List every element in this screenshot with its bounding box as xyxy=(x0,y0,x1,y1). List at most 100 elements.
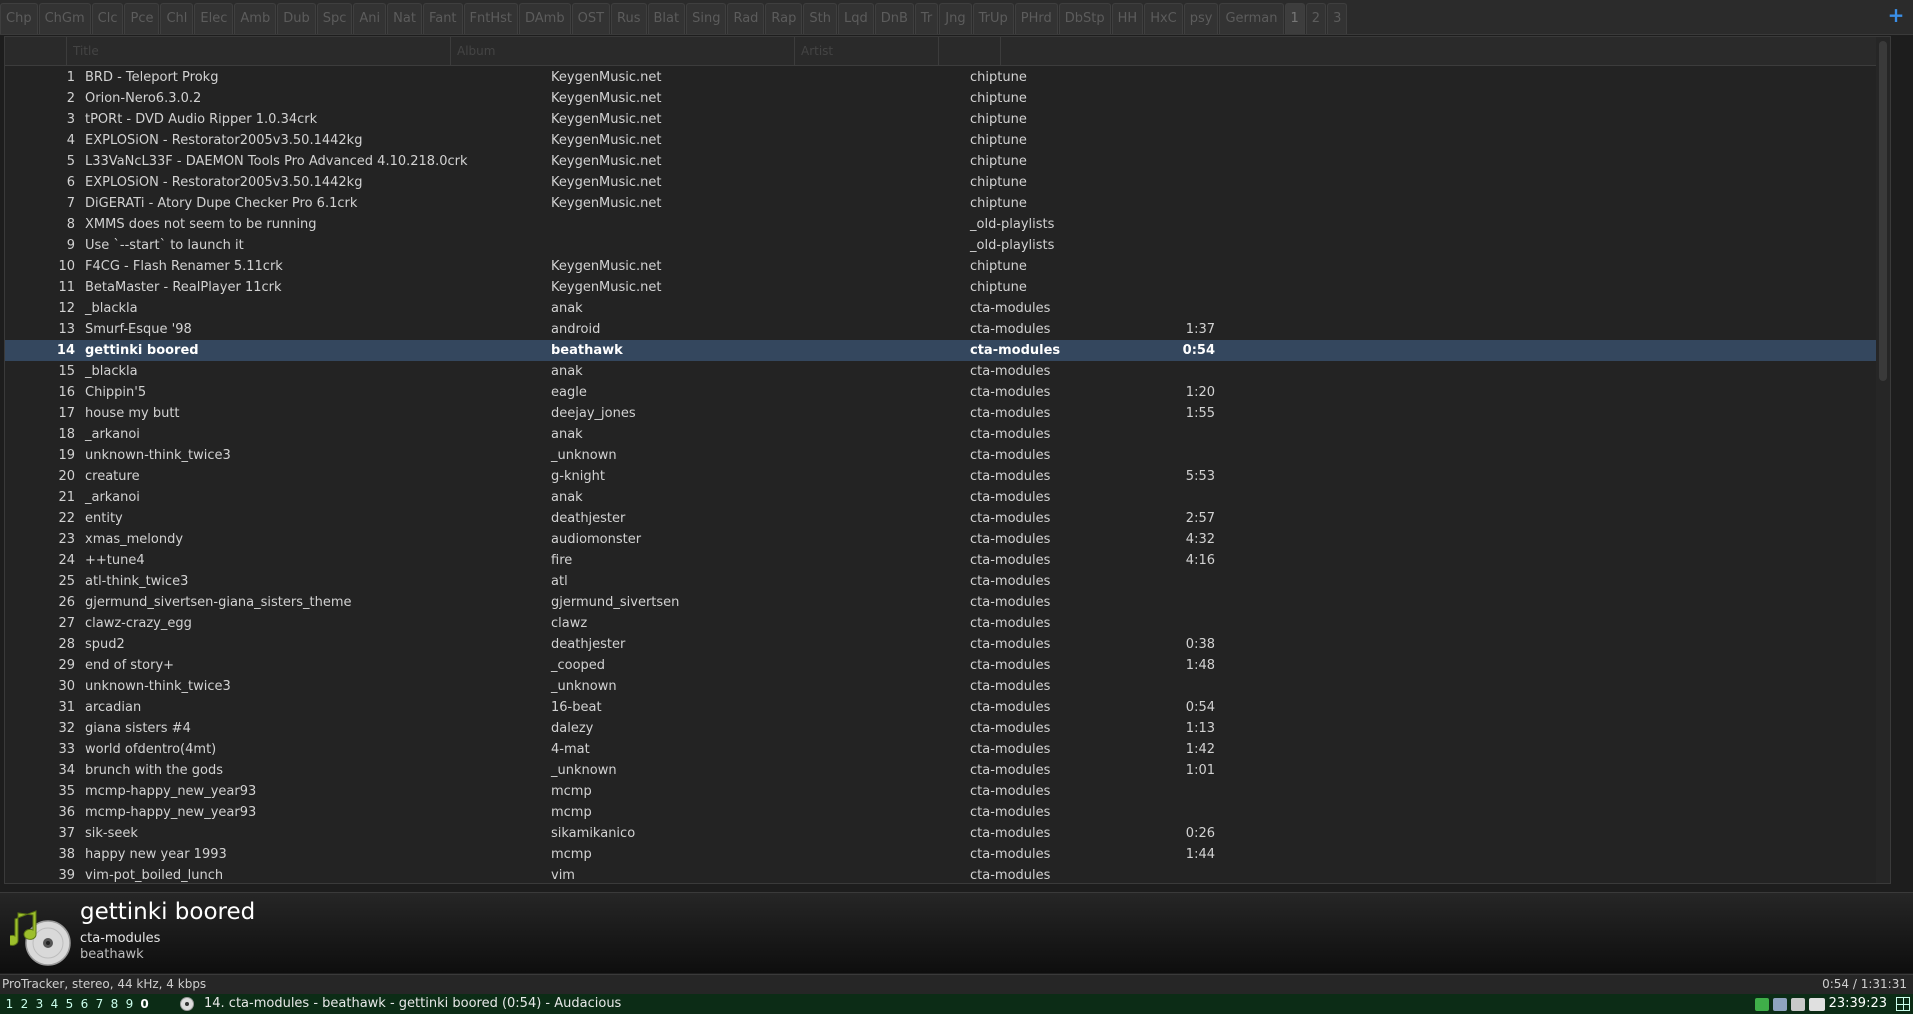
playlist-tab[interactable]: DnB xyxy=(874,3,914,34)
workspace-button[interactable]: 4 xyxy=(47,994,62,1014)
playlist-tab[interactable]: 3 xyxy=(1327,3,1348,34)
playlist-tab[interactable]: Elec xyxy=(194,3,234,34)
playlist-tab[interactable]: Nat xyxy=(387,3,422,34)
playlist-tab[interactable]: DbStp xyxy=(1058,3,1111,34)
book-icon[interactable] xyxy=(1790,997,1805,1011)
playlist-row[interactable]: 20 creature g-knight cta-modules 5:53 xyxy=(5,466,1890,487)
playlist-tab[interactable]: Chp xyxy=(0,3,38,34)
playlist-row[interactable]: 4 EXPLOSiON - Restorator2005v3.50.1442kg K… xyxy=(5,130,1890,151)
playlist-tab[interactable]: psy xyxy=(1183,3,1219,34)
playlist-row[interactable]: 15 _blackla anak cta-modules xyxy=(5,361,1890,382)
playlist-tab[interactable]: Rap xyxy=(765,3,803,34)
pager-icon[interactable] xyxy=(1896,997,1910,1011)
playlist-tab[interactable]: Blat xyxy=(647,3,686,34)
playlist-tab[interactable]: Spc xyxy=(316,3,353,34)
playlist-row[interactable]: 9 Use `--start` to launch it _old-playlist… xyxy=(5,235,1890,256)
playlist-tab[interactable]: Jng xyxy=(939,3,972,34)
playlist-tab[interactable]: Tr xyxy=(914,3,939,34)
playlist-tab[interactable]: TrUp xyxy=(972,3,1014,34)
playlist-row[interactable]: 16 Chippin'5 eagle cta-modules 1:20 xyxy=(5,382,1890,403)
workspace-button[interactable]: 8 xyxy=(107,994,122,1014)
new-playlist-tab-button[interactable]: + xyxy=(1887,5,1905,25)
playlist-row[interactable]: 31 arcadian 16-beat cta-modules 0:54 xyxy=(5,697,1890,718)
playlist-row[interactable]: 39 vim-pot_boiled_lunch vim cta-modules xyxy=(5,865,1890,883)
playlist-tab[interactable]: 2 xyxy=(1305,3,1327,34)
playlist-row[interactable]: 27 clawz-crazy_egg clawz cta-modules xyxy=(5,613,1890,634)
workspace-button[interactable]: 5 xyxy=(62,994,77,1014)
playlist-tab[interactable]: Lqd xyxy=(837,3,874,34)
playlist-row[interactable]: 24 ++tune4 fire cta-modules 4:16 xyxy=(5,550,1890,571)
playlist-tab[interactable]: 1 xyxy=(1284,3,1305,34)
header-length[interactable] xyxy=(939,37,1001,65)
playlist-tab[interactable]: OST xyxy=(571,3,611,34)
playlist-tab[interactable]: HxC xyxy=(1144,3,1183,34)
workspace-button[interactable]: 1 xyxy=(2,994,17,1014)
playlist-row[interactable]: 7 DiGERATi - Atory Dupe Checker Pro 6.1cr… xyxy=(5,193,1890,214)
playlist-row[interactable]: 10 F4CG - Flash Renamer 5.11crk KeygenMusi… xyxy=(5,256,1890,277)
workspace-button[interactable]: 2 xyxy=(17,994,32,1014)
workspace-button[interactable]: 6 xyxy=(77,994,92,1014)
playlist-row[interactable]: 23 xmas_melondy audiomonster cta-modules 4:3… xyxy=(5,529,1890,550)
playlist-tab[interactable]: Pce xyxy=(124,3,160,34)
playlist-tab[interactable]: Sth xyxy=(803,3,837,34)
playlist-row[interactable]: 17 house my butt deejay_jones cta-modules 1:… xyxy=(5,403,1890,424)
playlist-row[interactable]: 30 unknown-think_twice3 _unknown cta-module… xyxy=(5,676,1890,697)
playlist-view[interactable]: Title Album Artist 1 BRD - Teleport Prokg… xyxy=(4,36,1891,884)
battery-icon[interactable] xyxy=(1754,997,1769,1011)
playlist-tab[interactable]: ChGm xyxy=(38,3,91,34)
playlist-tab[interactable]: Dub xyxy=(277,3,316,34)
playlist-row[interactable]: 29 end of story+ _cooped cta-modules 1:48 xyxy=(5,655,1890,676)
playlist-row[interactable]: 5 L33VaNcL33F - DAEMON Tools Pro Advanced… xyxy=(5,151,1890,172)
header-title[interactable]: Title xyxy=(67,37,451,65)
playlist-tab[interactable]: Rus xyxy=(611,3,647,34)
playlist-scrollbar[interactable] xyxy=(1876,37,1890,883)
playlist-tab[interactable]: Amb xyxy=(234,3,277,34)
playlist-tab[interactable]: German xyxy=(1219,3,1284,34)
clock[interactable]: 23:39:23 xyxy=(1829,994,1887,1014)
workspace-button[interactable]: 7 xyxy=(92,994,107,1014)
playlist-tab[interactable]: Rad xyxy=(727,3,765,34)
playlist-row[interactable]: 8 XMMS does not seem to be running _old-pl… xyxy=(5,214,1890,235)
playlist-row[interactable]: 36 mcmp-happy_new_year93 mcmp cta-modules xyxy=(5,802,1890,823)
playlist-tab[interactable]: Sing xyxy=(686,3,727,34)
playlist-row[interactable]: 13 Smurf-Esque '98 android cta-modules 1:37 xyxy=(5,319,1890,340)
playlist-row[interactable]: 35 mcmp-happy_new_year93 mcmp cta-modules xyxy=(5,781,1890,802)
header-album[interactable]: Album xyxy=(451,37,795,65)
workspace-button[interactable]: 9 xyxy=(122,994,137,1014)
playlist-row[interactable]: 14 gettinki boored beathawk cta-modules 0:54 xyxy=(5,340,1890,361)
workspace-button[interactable]: 0 xyxy=(137,994,152,1014)
playlist-tab[interactable]: PHrd xyxy=(1014,3,1058,34)
workspace-button[interactable]: 3 xyxy=(32,994,47,1014)
audacious-app-icon[interactable] xyxy=(180,997,194,1011)
playlist-row[interactable]: 6 EXPLOSiON - Restorator2005v3.50.1442kg K… xyxy=(5,172,1890,193)
header-artist[interactable]: Artist xyxy=(795,37,939,65)
playlist-row[interactable]: 2 Orion-Nero6.3.0.2 KeygenMusic.net chiptun… xyxy=(5,88,1890,109)
playlist-row[interactable]: 11 BetaMaster - RealPlayer 11crk KeygenMus… xyxy=(5,277,1890,298)
playlist-row[interactable]: 26 gjermund_sivertsen-giana_sisters_theme… xyxy=(5,592,1890,613)
taskbar-window-title[interactable]: 14. cta-modules - beathawk - gettinki bo… xyxy=(204,994,621,1014)
playlist-tab[interactable]: Ani xyxy=(353,3,387,34)
network-icon[interactable] xyxy=(1772,997,1787,1011)
playlist-row[interactable]: 18 _arkanoi anak cta-modules xyxy=(5,424,1890,445)
playlist-row[interactable]: 1 BRD - Teleport Prokg KeygenMusic.net chip… xyxy=(5,67,1890,88)
playlist-row[interactable]: 3 tPORt - DVD Audio Ripper 1.0.34crk Keyge… xyxy=(5,109,1890,130)
playlist-tab[interactable]: Chl xyxy=(160,3,194,34)
playlist-row[interactable]: 38 happy new year 1993 mcmp cta-modules 1:44 xyxy=(5,844,1890,865)
playlist-row[interactable]: 12 _blackla anak cta-modules xyxy=(5,298,1890,319)
playlist-row[interactable]: 28 spud2 deathjester cta-modules 0:38 xyxy=(5,634,1890,655)
playlist-row[interactable]: 37 sik-seek sikamikanico cta-modules 0:26 xyxy=(5,823,1890,844)
playlist-row[interactable]: 25 atl-think_twice3 atl cta-modules xyxy=(5,571,1890,592)
playlist-row[interactable]: 21 _arkanoi anak cta-modules xyxy=(5,487,1890,508)
scrollbar-thumb[interactable] xyxy=(1879,41,1887,381)
playlist-row[interactable]: 19 unknown-think_twice3 _unknown cta-module… xyxy=(5,445,1890,466)
playlist-row[interactable]: 33 world ofdentro(4mt) 4-mat cta-modules 1:4… xyxy=(5,739,1890,760)
playlist-tab[interactable]: DAmb xyxy=(519,3,571,34)
playlist-row[interactable]: 32 giana sisters #4 dalezy cta-modules 1:13 xyxy=(5,718,1890,739)
playlist-row[interactable]: 22 entity deathjester cta-modules 2:57 xyxy=(5,508,1890,529)
playlist-tab[interactable]: FntHst xyxy=(463,3,518,34)
keyboard-icon[interactable] xyxy=(1808,997,1825,1011)
playlist-tab[interactable]: Clc xyxy=(91,3,124,34)
playlist-tab[interactable]: Fant xyxy=(422,3,463,34)
header-number[interactable] xyxy=(5,37,67,65)
playlist-tab[interactable]: HH xyxy=(1111,3,1144,34)
